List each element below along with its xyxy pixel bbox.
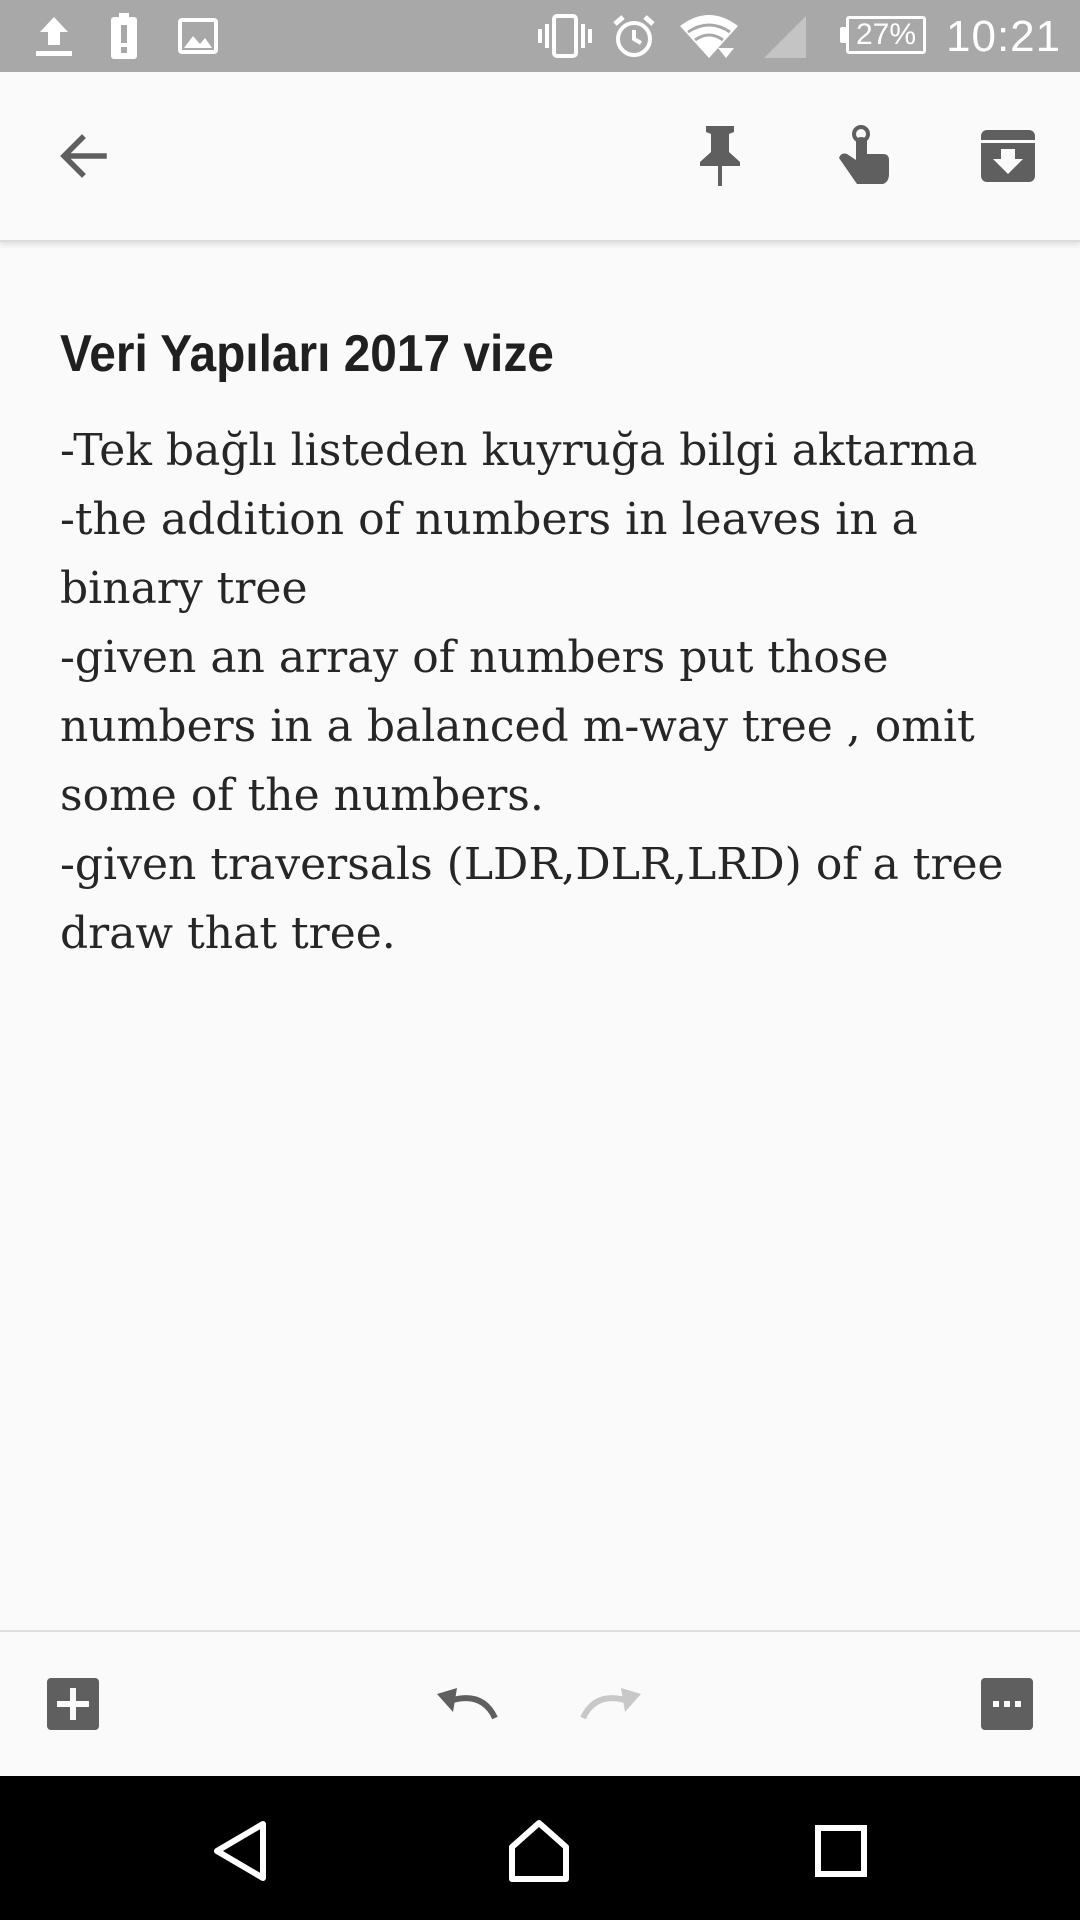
pin-button[interactable] [682, 118, 758, 194]
add-content-button[interactable] [38, 1672, 108, 1736]
battery-alert-icon [108, 10, 140, 62]
redo-button[interactable] [576, 1672, 646, 1736]
note-line: -given traversals (LDR,DLR,LRD) of a tre… [60, 839, 1004, 890]
upload-icon [30, 10, 78, 62]
back-button[interactable] [46, 118, 122, 194]
redo-icon [577, 1684, 645, 1724]
reminder-icon [831, 124, 893, 188]
battery-percent: 27% [855, 18, 917, 51]
image-icon [178, 10, 218, 62]
back-arrow-icon [56, 128, 112, 184]
wifi-icon [678, 10, 740, 62]
nav-home-icon [506, 1819, 572, 1883]
archive-button[interactable] [970, 118, 1046, 194]
undo-icon [433, 1684, 501, 1724]
battery-indicator: 27% [840, 16, 926, 54]
note-editor-screen: 27% 10:21 Veri Yapıları 2017 vize -Tek b… [0, 0, 1080, 1920]
bottom-toolbar [0, 1630, 1080, 1778]
top-app-bar [0, 72, 1080, 242]
note-content[interactable]: Veri Yapıları 2017 vize -Tek bağlı liste… [60, 318, 1020, 968]
nav-back-button[interactable] [196, 1806, 286, 1896]
note-line: -Tek bağlı listeden kuyruğa bilgi aktarm… [60, 425, 978, 476]
note-line: -the addition of numbers in leaves in a [60, 494, 918, 545]
note-line: draw that tree. [60, 908, 396, 959]
reminder-button[interactable] [824, 118, 900, 194]
more-options-button[interactable] [972, 1672, 1042, 1736]
system-navigation-bar [0, 1776, 1080, 1920]
clock: 10:21 [946, 12, 1062, 61]
note-body[interactable]: -Tek bağlı listeden kuyruğa bilgi aktarm… [60, 416, 1020, 968]
nav-home-button[interactable] [494, 1806, 584, 1896]
note-line: numbers in a balanced m-way tree , omit [60, 701, 975, 752]
nav-recents-icon [813, 1823, 869, 1879]
note-title[interactable]: Veri Yapıları 2017 vize [60, 318, 943, 390]
nav-back-icon [211, 1820, 271, 1882]
alarm-icon [610, 10, 658, 62]
archive-icon [979, 127, 1037, 185]
more-options-icon [979, 1676, 1035, 1732]
status-bar: 27% 10:21 [0, 0, 1080, 72]
pin-icon [696, 124, 744, 188]
note-line: some of the numbers. [60, 770, 544, 821]
vibrate-icon [536, 10, 594, 62]
nav-recents-button[interactable] [796, 1806, 886, 1896]
add-box-icon [45, 1676, 101, 1732]
undo-button[interactable] [432, 1672, 502, 1736]
note-line: -given an array of numbers put those [60, 632, 889, 683]
note-line: binary tree [60, 563, 308, 614]
cell-signal-icon [760, 10, 808, 62]
